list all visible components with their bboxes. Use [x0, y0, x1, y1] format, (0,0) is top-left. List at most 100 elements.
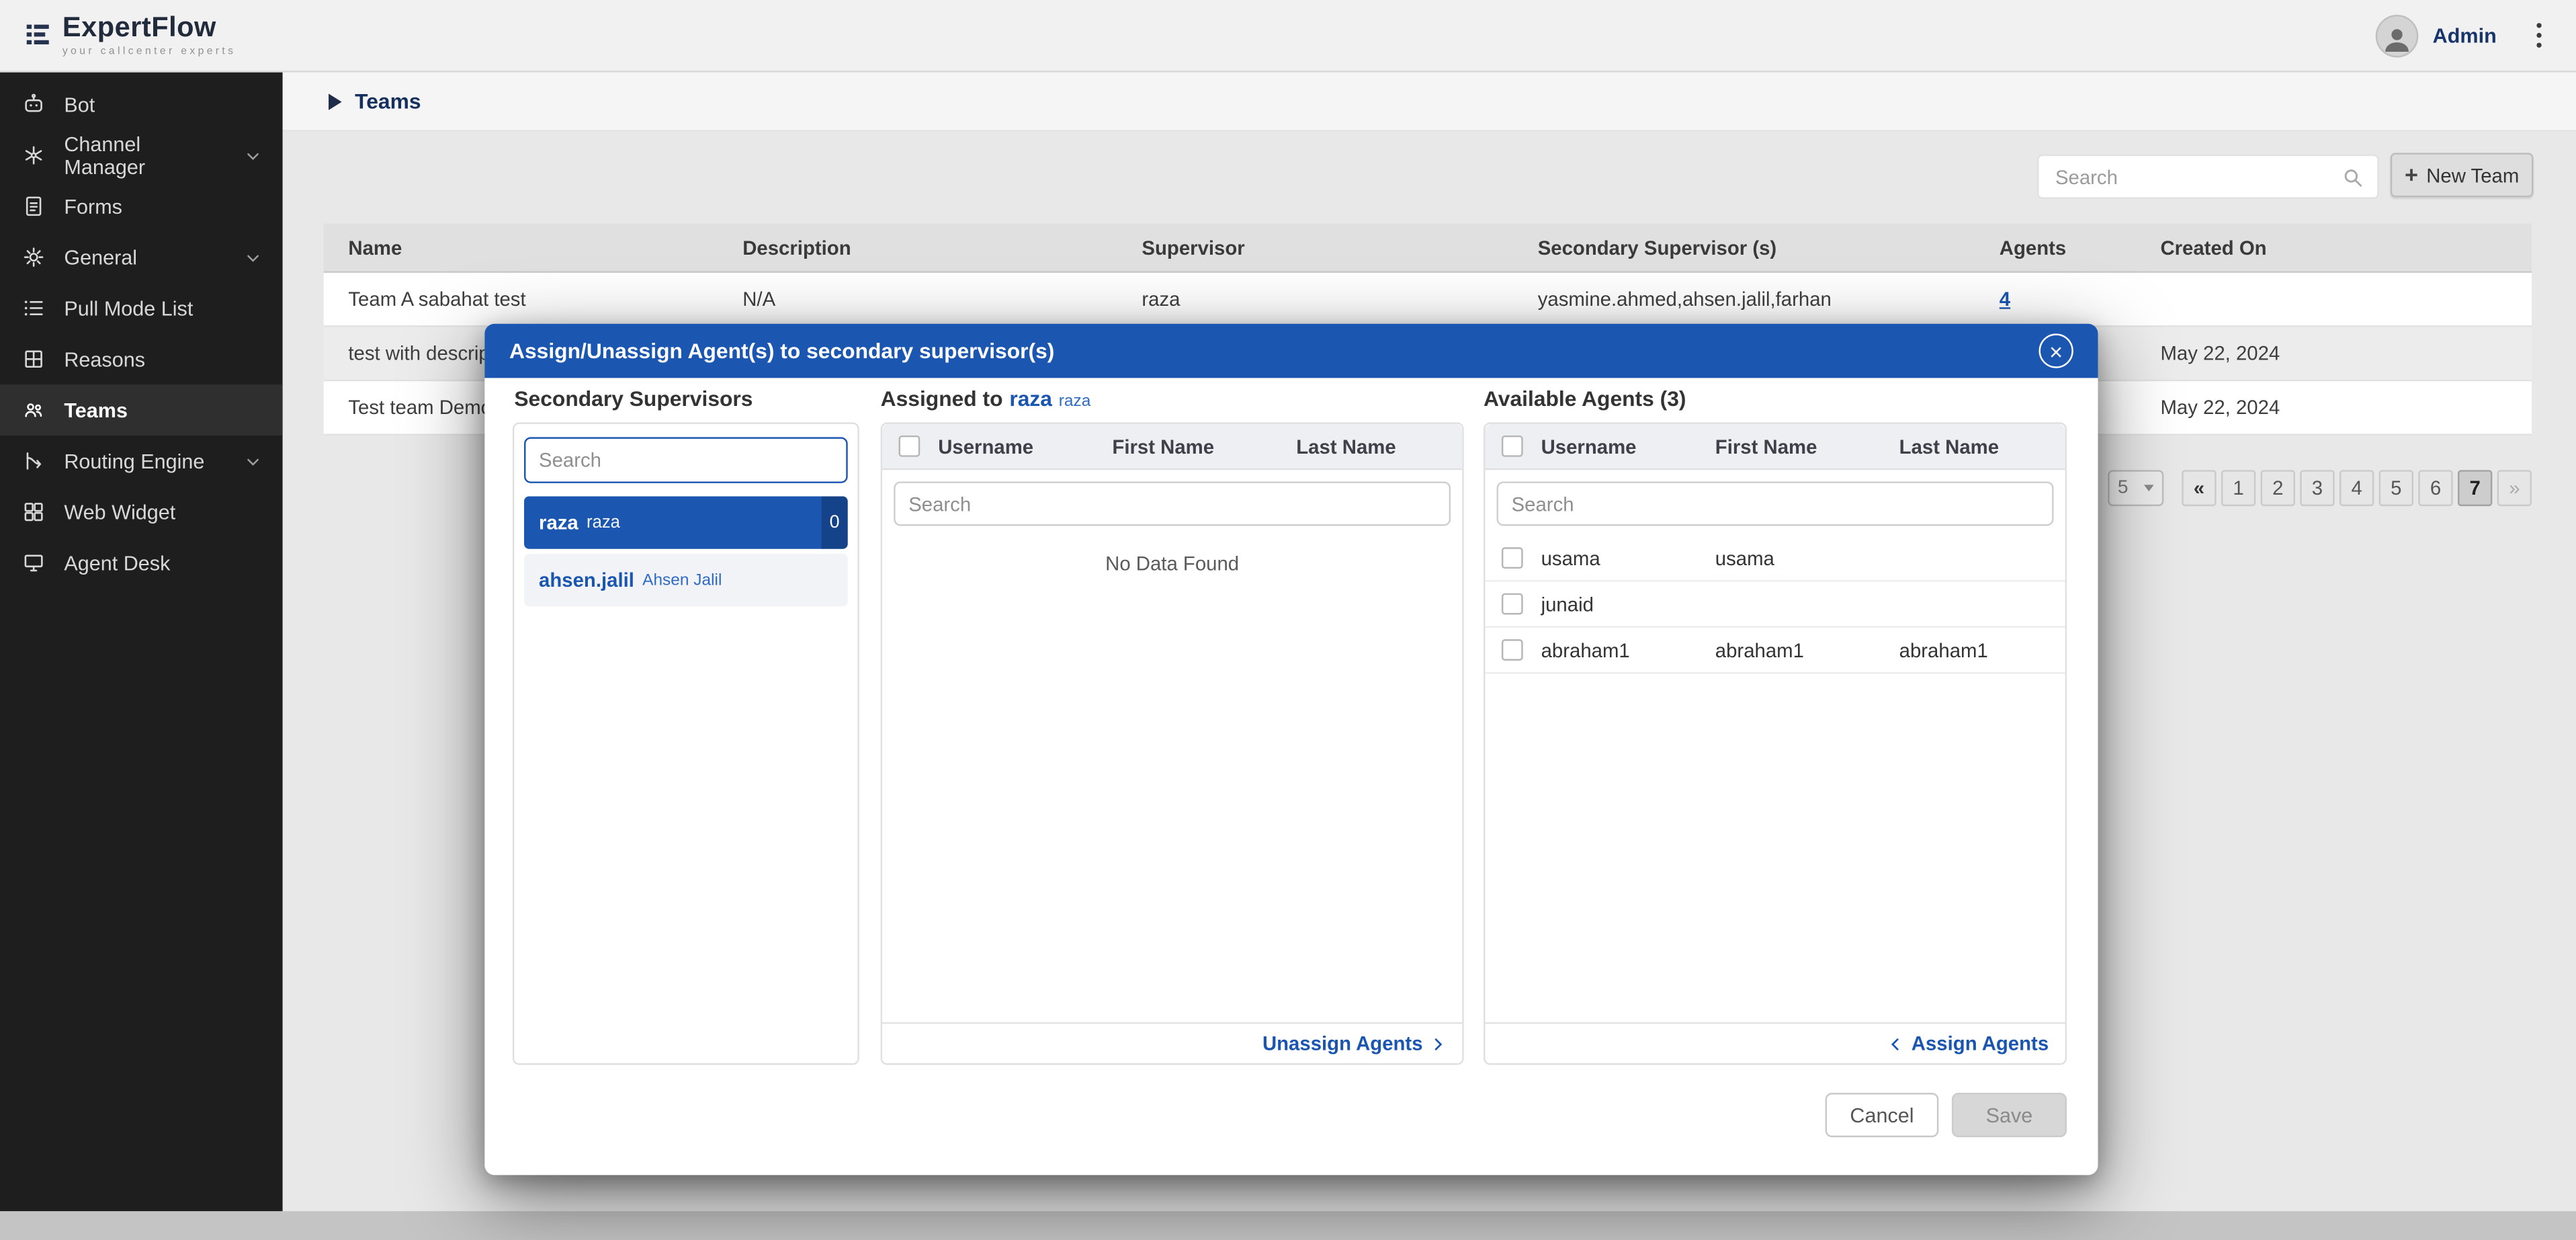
- page-size-value: 5: [2118, 479, 2129, 498]
- cancel-button[interactable]: Cancel: [1826, 1093, 1939, 1137]
- sidebar-item-agent-desk[interactable]: Agent Desk: [0, 538, 283, 589]
- supervisor-search-input[interactable]: [524, 437, 848, 483]
- sidebar-item-label: Pull Mode List: [64, 296, 193, 319]
- pull-mode-list-icon: [22, 296, 46, 321]
- column-header-username: Username: [938, 435, 1112, 458]
- top-header: ExpertFlow your callcenter experts Admin: [0, 0, 2576, 73]
- web-widget-icon: [22, 499, 46, 524]
- chevron-down-icon: [245, 147, 261, 163]
- pagination-page-1[interactable]: 1: [2221, 470, 2256, 506]
- cell-first-name: abraham1: [1715, 638, 1899, 661]
- cell-username: junaid: [1541, 592, 1715, 615]
- agent-row[interactable]: abraham1 abraham1 abraham1: [1485, 628, 2065, 673]
- sidebar-item-label: Agent Desk: [64, 551, 170, 574]
- save-button[interactable]: Save: [1952, 1093, 2067, 1137]
- close-icon[interactable]: ×: [2038, 333, 2073, 368]
- sidebar-item-web-widget[interactable]: Web Widget: [0, 487, 283, 538]
- sidebar-item-label: Teams: [64, 399, 128, 421]
- column-header-last-name: Last Name: [1296, 435, 1462, 458]
- agents-count-link[interactable]: 4: [2000, 288, 2010, 311]
- available-agents-title: Available Agents (3): [1484, 386, 1686, 411]
- reasons-icon: [22, 347, 46, 372]
- pagination-page-3[interactable]: 3: [2300, 470, 2334, 506]
- chevron-down-icon: [245, 453, 261, 469]
- supervisor-list-item-raza[interactable]: raza raza 0: [524, 496, 848, 548]
- pagination-next[interactable]: »: [2497, 470, 2532, 506]
- new-team-button[interactable]: + New Team: [2391, 153, 2534, 197]
- assigned-to-title: Assigned torazaraza: [881, 386, 1091, 411]
- breadcrumb: Teams: [283, 73, 2576, 132]
- pagination-page-6[interactable]: 6: [2418, 470, 2452, 506]
- modal-title: Assign/Unassign Agent(s) to secondary su…: [509, 339, 1054, 364]
- brand-tagline: your callcenter experts: [62, 46, 236, 57]
- avatar[interactable]: [2375, 14, 2418, 57]
- sidebar-item-general[interactable]: General: [0, 232, 283, 283]
- unassign-agents-button[interactable]: Unassign Agents: [882, 1022, 1462, 1063]
- available-agents-panel: Username First Name Last Name usama usam…: [1484, 422, 2067, 1065]
- agent-checkbox[interactable]: [1502, 593, 1523, 615]
- cell-name: Team A sabahat test: [324, 288, 718, 311]
- search-input[interactable]: [2038, 156, 2341, 197]
- cell-secondary-supervisors: yasmine.ahmed,ahsen.jalil,farhan: [1513, 288, 1975, 311]
- sidebar-item-channel-manager[interactable]: Channel Manager: [0, 130, 283, 181]
- assigned-count-badge: 0: [822, 496, 848, 548]
- modal-header: Assign/Unassign Agent(s) to secondary su…: [484, 324, 2098, 378]
- plus-icon: +: [2405, 163, 2418, 185]
- agent-checkbox[interactable]: [1502, 639, 1523, 661]
- horizontal-scrollbar[interactable]: [0, 1211, 2576, 1240]
- agent-checkbox[interactable]: [1502, 547, 1523, 569]
- kebab-menu-icon[interactable]: [2524, 16, 2553, 54]
- sidebar-item-reasons[interactable]: Reasons: [0, 333, 283, 384]
- cell-username: usama: [1541, 546, 1715, 569]
- secondary-supervisors-title: Secondary Supervisors: [514, 386, 753, 411]
- supervisor-list-item-ahsen-jalil[interactable]: ahsen.jalil Ahsen Jalil: [524, 554, 848, 606]
- column-header-last-name: Last Name: [1899, 435, 2065, 458]
- select-all-checkbox[interactable]: [1502, 436, 1523, 457]
- channel-manager-icon: [22, 143, 46, 168]
- person-icon: [2380, 22, 2413, 55]
- forms-icon: [22, 194, 46, 219]
- sidebar-item-label: General: [64, 246, 137, 269]
- sidebar-item-routing-engine[interactable]: Routing Engine: [0, 436, 283, 487]
- column-header-name: Name: [324, 236, 718, 259]
- secondary-supervisors-panel: raza raza 0 ahsen.jalil Ahsen Jalil: [513, 422, 859, 1065]
- select-all-checkbox[interactable]: [899, 436, 920, 457]
- supervisor-fullname: Ahsen Jalil: [642, 571, 722, 589]
- pagination-prev[interactable]: «: [2182, 470, 2216, 506]
- sidebar-item-label: Channel Manager: [64, 132, 226, 178]
- breadcrumb-arrow-icon: [329, 93, 342, 109]
- sidebar-item-teams[interactable]: Teams: [0, 384, 283, 436]
- page-size-select[interactable]: 5: [2108, 470, 2163, 506]
- sidebar-item-forms[interactable]: Forms: [0, 181, 283, 232]
- column-header-username: Username: [1541, 435, 1715, 458]
- assigned-search-input[interactable]: [894, 481, 1451, 526]
- pagination-page-7[interactable]: 7: [2458, 470, 2492, 506]
- teams-icon: [22, 398, 46, 423]
- sidebar-item-label: Routing Engine: [64, 450, 204, 472]
- sidebar-item-label: Bot: [64, 93, 95, 116]
- user-name[interactable]: Admin: [2433, 24, 2497, 46]
- agent-row[interactable]: usama usama: [1485, 536, 2065, 581]
- pagination: 5 « 1 2 3 4 5 6 7 »: [2108, 470, 2532, 506]
- assigned-grid-header: Username First Name Last Name: [882, 424, 1462, 470]
- sidebar-item-bot[interactable]: Bot: [0, 79, 283, 130]
- assigned-supervisor-name: raza: [1059, 392, 1091, 411]
- logo-icon: [23, 19, 52, 49]
- agent-row[interactable]: junaid: [1485, 582, 2065, 628]
- page-title[interactable]: Teams: [355, 89, 421, 114]
- column-header-agents: Agents: [1975, 236, 2136, 259]
- pagination-page-2[interactable]: 2: [2261, 470, 2295, 506]
- assign-agents-button[interactable]: Assign Agents: [1485, 1022, 2065, 1063]
- sidebar-item-label: Forms: [64, 195, 122, 218]
- sidebar-item-pull-mode-list[interactable]: Pull Mode List: [0, 283, 283, 334]
- chevron-down-icon: [245, 249, 261, 265]
- pagination-page-4[interactable]: 4: [2339, 470, 2374, 506]
- available-search-input[interactable]: [1497, 481, 2054, 526]
- table-row: Team A sabahat test N/A raza yasmine.ahm…: [324, 273, 2532, 327]
- pagination-page-5[interactable]: 5: [2379, 470, 2413, 506]
- agent-desk-icon: [22, 550, 46, 575]
- no-data-message: No Data Found: [882, 552, 1462, 575]
- cell-description: N/A: [718, 288, 1117, 311]
- chevron-right-icon: [1431, 1034, 1446, 1052]
- supervisor-username: ahsen.jalil: [539, 569, 634, 591]
